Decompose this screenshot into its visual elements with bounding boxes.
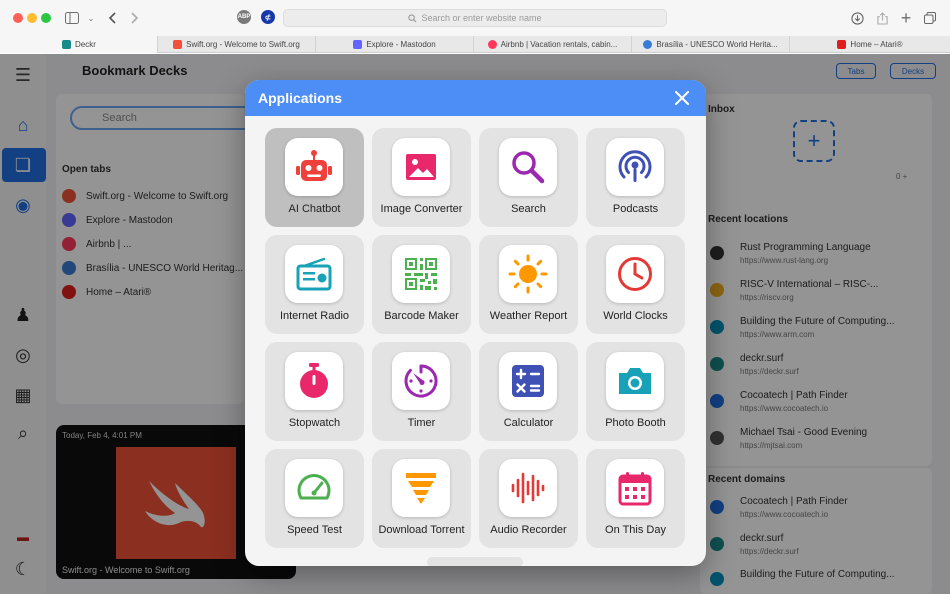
tab-deckr[interactable]: Deckr [0,36,158,53]
app-tile-ai-chatbot[interactable]: AI Chatbot [265,128,364,227]
mastodon-favicon-icon [353,40,363,49]
window-close-button[interactable] [13,13,23,23]
tab-label: Swift.org - Welcome to Swift.org [186,40,300,49]
app-tile-internet-radio[interactable]: Internet Radio [265,235,364,334]
app-tile-stopwatch[interactable]: Stopwatch [265,342,364,441]
tab-overview-icon[interactable] [923,9,937,27]
share-icon[interactable] [875,9,889,27]
radio-icon [285,245,343,303]
tab-airbnb[interactable]: Airbnb | Vacation rentals, cabin... [474,36,632,53]
applications-dialog: Applications AI Chatbot Image Converter … [245,80,706,566]
magnifier-icon [499,138,557,196]
tab-label: Brasília - UNESCO World Herita... [656,40,778,49]
app-label: AI Chatbot [288,203,341,215]
sun-icon [499,245,557,303]
app-label: On This Day [605,524,666,536]
adblock-extension-icon[interactable]: ABP [237,10,251,24]
waveform-icon [499,459,557,517]
app-label: Internet Radio [279,310,350,322]
app-tile-world-clocks[interactable]: World Clocks [586,235,685,334]
app-tile-weather-report[interactable]: Weather Report [479,235,578,334]
camera-icon [606,352,664,410]
sidebar-toggle-icon[interactable] [64,9,80,27]
tab-mastodon[interactable]: Explore - Mastodon [316,36,474,53]
app-label: Podcasts [612,203,659,215]
search-icon [408,13,417,22]
app-label: Timer [407,417,436,429]
close-button[interactable] [672,88,692,108]
address-placeholder: Search or enter website name [421,13,542,23]
tab-label: Explore - Mastodon [366,40,436,49]
qr-code-icon [392,245,450,303]
timer-icon [392,352,450,410]
app-tile-download-torrent[interactable]: Download Torrent [372,449,471,548]
app-label: Weather Report [489,310,568,322]
deckr-favicon-icon [62,40,71,49]
chevron-down-icon[interactable]: ⌄ [86,9,96,27]
app-tile-search[interactable]: Search [479,128,578,227]
back-button[interactable] [105,9,119,27]
unesco-favicon-icon [643,40,653,49]
dialog-header: Applications [245,80,706,116]
more-apps-peek[interactable] [427,557,523,566]
tab-bar: Deckr Swift.org - Welcome to Swift.org E… [0,36,950,53]
browser-toolbar: ⌄ ABP ⊄ Search or enter website name + [0,0,950,36]
app-tile-timer[interactable]: Timer [372,342,471,441]
forward-button[interactable] [128,9,142,27]
atari-favicon-icon [837,40,847,49]
app-label: Photo Booth [605,417,666,429]
app-label: Calculator [503,417,554,429]
app-tile-image-converter[interactable]: Image Converter [372,128,471,227]
app-tile-audio-recorder[interactable]: Audio Recorder [479,449,578,548]
app-label: Stopwatch [288,417,341,429]
new-tab-icon[interactable]: + [899,8,913,28]
window-minimize-button[interactable] [27,13,37,23]
swift-favicon-icon [173,40,183,49]
clock-icon [606,245,664,303]
funnel-icon [392,459,450,517]
app-tile-calculator[interactable]: Calculator [479,342,578,441]
downloads-icon[interactable] [850,9,864,27]
close-icon [675,91,689,105]
app-tile-on-this-day[interactable]: On This Day [586,449,685,548]
stopwatch-icon [285,352,343,410]
airbnb-favicon-icon [487,40,497,49]
tab-label: Deckr [75,40,96,49]
app-label: Audio Recorder [490,524,567,536]
dialog-title: Applications [258,90,343,106]
tab-label: Home – Atari® [850,40,903,49]
tab-atari[interactable]: Home – Atari® [790,36,950,53]
app-tile-speed-test[interactable]: Speed Test [265,449,364,548]
app-label: World Clocks [603,310,668,322]
calculator-icon [499,352,557,410]
tab-unesco[interactable]: Brasília - UNESCO World Herita... [632,36,790,53]
app-tile-podcasts[interactable]: Podcasts [586,128,685,227]
calendar-icon [606,459,664,517]
tab-swift[interactable]: Swift.org - Welcome to Swift.org [158,36,316,53]
podcast-icon [606,138,664,196]
app-label: Search [511,203,546,215]
app-label: Image Converter [380,203,463,215]
app-tile-photo-booth[interactable]: Photo Booth [586,342,685,441]
robot-icon [285,138,343,196]
speedometer-icon [285,459,343,517]
address-bar[interactable]: Search or enter website name [283,9,667,27]
extension-icon[interactable]: ⊄ [261,10,275,24]
app-label: Download Torrent [378,524,465,536]
app-tile-barcode-maker[interactable]: Barcode Maker [372,235,471,334]
app-label: Barcode Maker [384,310,459,322]
tab-label: Airbnb | Vacation rentals, cabin... [500,40,618,49]
image-icon [392,138,450,196]
app-label: Speed Test [287,524,342,536]
window-zoom-button[interactable] [41,13,51,23]
